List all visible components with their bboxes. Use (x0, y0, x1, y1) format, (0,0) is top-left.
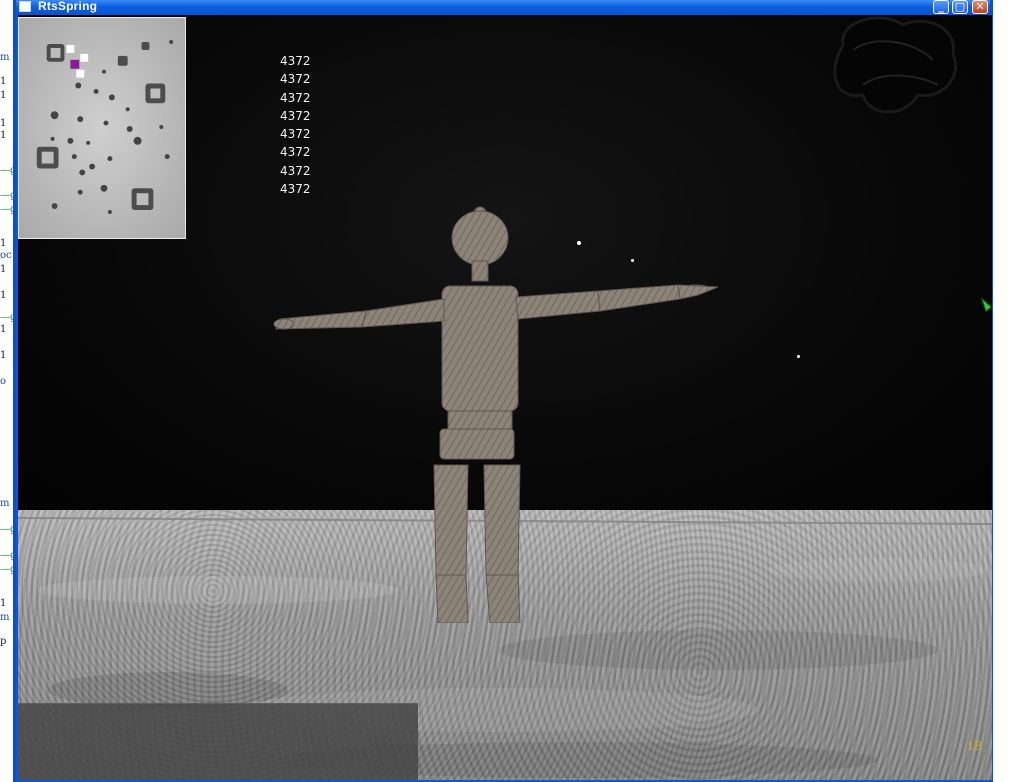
background-editor-text: —g (0, 165, 14, 176)
background-editor-text: p (0, 636, 7, 647)
background-editor-text: m (0, 612, 10, 623)
maximize-icon: □ (954, 0, 966, 13)
background-editor-text: —g (0, 312, 14, 323)
background-editor-text: 1 (0, 264, 7, 275)
background-editor-text: —g (0, 204, 14, 215)
offscreen-unit-marker[interactable] (980, 297, 992, 315)
debug-stat-line: 4372 (280, 163, 311, 178)
background-editor-text: 1 (0, 238, 7, 249)
minimap[interactable] (18, 17, 186, 239)
minimize-icon: _ (938, 0, 944, 13)
background-editor-text: —g (0, 550, 14, 561)
minimap-selected-unit (70, 59, 80, 69)
close-icon: ✕ (975, 0, 985, 13)
background-editor-text: m (0, 52, 10, 63)
debug-stat-line: 4372 (280, 108, 311, 123)
title-bar[interactable]: RtsSpring _ □ ✕ (16, 0, 990, 15)
background-editor-text: oc (0, 250, 12, 261)
debug-stat-line: 4372 (280, 145, 311, 160)
dark-cloud-object (833, 16, 957, 114)
debug-stat-line: 4372 (280, 54, 311, 68)
star (797, 355, 800, 358)
background-editor-text: —g (0, 190, 14, 201)
close-button[interactable]: ✕ (972, 0, 988, 14)
minimap-unit-marker (80, 53, 89, 62)
chat-console-box[interactable] (18, 703, 418, 780)
window-icon (19, 1, 31, 12)
minimize-button[interactable]: _ (933, 0, 949, 14)
debug-stat-list: 4372 4372 4372 4372 4372 4372 4372 4372 (280, 52, 311, 198)
background-editor-text: 1 (0, 598, 7, 609)
debug-stat-line: 4372 (280, 90, 311, 105)
background-editor-text: o (0, 376, 7, 387)
minimap-unit-marker (76, 69, 85, 78)
background-editor-text: 1 (0, 324, 7, 335)
background-editor-text: 1 (0, 290, 7, 301)
game-viewport[interactable]: 4372 4372 4372 4372 4372 4372 4372 4372 18 (18, 15, 992, 780)
background-editor-text: 1 (0, 350, 7, 361)
maximize-button[interactable]: □ (952, 0, 968, 14)
humanoid-unit-model[interactable] (258, 203, 718, 623)
background-editor-text: m (0, 498, 10, 509)
frame-counter: 18 (966, 739, 982, 753)
background-editor-text: 1 (0, 118, 7, 129)
debug-stat-line: 4372 (280, 127, 311, 142)
window-title: RtsSpring (38, 0, 98, 13)
minimap-unit-marker (66, 45, 75, 53)
background-editor-text: —g (0, 524, 14, 535)
debug-stat-line: 4372 (280, 182, 311, 197)
background-editor-strip: m 1 1 1 1 —g —g —g 1 oc 1 1 —g 1 1 o m —g —g —g 1 m p (0, 0, 14, 782)
background-editor-text: 1 (0, 76, 7, 87)
background-editor-text: 1 (0, 90, 7, 101)
background-editor-text: —g (0, 564, 14, 575)
debug-stat-line: 4372 (280, 72, 311, 87)
game-window: RtsSpring _ □ ✕ 4372 4372 4372 4372 4372… (13, 0, 993, 782)
background-editor-text: 1 (0, 130, 7, 141)
